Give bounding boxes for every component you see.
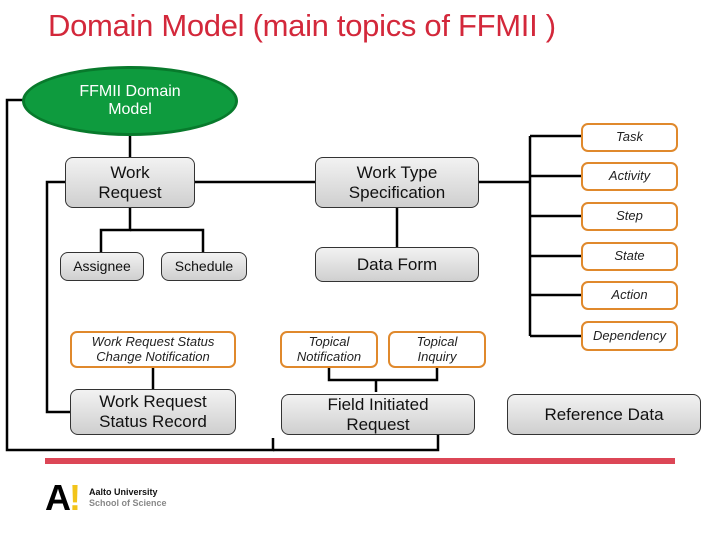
entity-schedule-label: Schedule [174, 258, 234, 275]
entity-work-request[interactable]: Work Request [65, 157, 195, 208]
entity-work-type-specification-label: Work Type Specification [348, 162, 446, 202]
logo-text: Aalto University School of Science [89, 487, 167, 509]
spec-item-action-label: Action [611, 287, 648, 303]
entity-schedule[interactable]: Schedule [161, 252, 247, 281]
logo-university: Aalto University [89, 487, 158, 498]
spec-item-dependency[interactable]: Dependency [581, 321, 678, 351]
spec-item-activity-label: Activity [608, 168, 651, 184]
spec-item-step-label: Step [616, 208, 643, 224]
entity-work-request-status-record-label: Work Request Status Record [99, 392, 207, 431]
spec-item-dependency-label: Dependency [593, 327, 666, 343]
topic-topical-notification-label: Topical Notification [296, 333, 362, 364]
spec-item-action[interactable]: Action [581, 281, 678, 310]
entity-data-form[interactable]: Data Form [315, 247, 479, 282]
topic-work-request-status-change-notification[interactable]: Work Request Status Change Notification [70, 331, 236, 368]
spec-item-task-label: Task [616, 129, 643, 145]
spec-item-state-label: State [614, 248, 645, 264]
connector-workrequest-children [99, 207, 132, 252]
entity-work-request-label: Work Request [98, 162, 162, 202]
root-node-label: FFMII Domain Model [79, 82, 181, 118]
logo-mark-bang: ! [69, 477, 81, 518]
connector-workrequest-statusrecord [45, 180, 70, 414]
connector-topical [327, 367, 439, 382]
logo-school: School of Science [89, 498, 167, 508]
entity-assignee[interactable]: Assignee [60, 252, 144, 281]
entity-data-form-label: Data Form [356, 254, 438, 274]
spec-item-activity[interactable]: Activity [581, 162, 678, 191]
spec-item-step[interactable]: Step [581, 202, 678, 231]
entity-field-initiated-request-label: Field Initiated Request [327, 394, 429, 434]
root-node: FFMII Domain Model [22, 66, 238, 136]
aalto-logo: A ! Aalto University School of Science [45, 480, 167, 516]
topic-topical-inquiry-label: Topical Inquiry [416, 333, 458, 364]
logo-mark-a: A [45, 477, 71, 518]
entity-assignee-label: Assignee [73, 258, 131, 275]
topic-work-request-status-change-notification-label: Work Request Status Change Notification [91, 333, 215, 364]
spec-item-task[interactable]: Task [581, 123, 678, 152]
entity-reference-data-label: Reference Data [544, 404, 664, 424]
entity-work-type-specification[interactable]: Work Type Specification [315, 157, 479, 208]
accent-divider [45, 458, 675, 464]
topic-topical-inquiry[interactable]: Topical Inquiry [388, 331, 486, 368]
topic-topical-notification[interactable]: Topical Notification [280, 331, 378, 368]
entity-field-initiated-request[interactable]: Field Initiated Request [281, 394, 475, 435]
entity-work-request-status-record[interactable]: Work Request Status Record [70, 389, 236, 435]
connector-outer-reference [273, 435, 440, 452]
spec-item-state[interactable]: State [581, 242, 678, 271]
entity-reference-data[interactable]: Reference Data [507, 394, 701, 435]
connector-workrequest-schedule [130, 228, 205, 252]
